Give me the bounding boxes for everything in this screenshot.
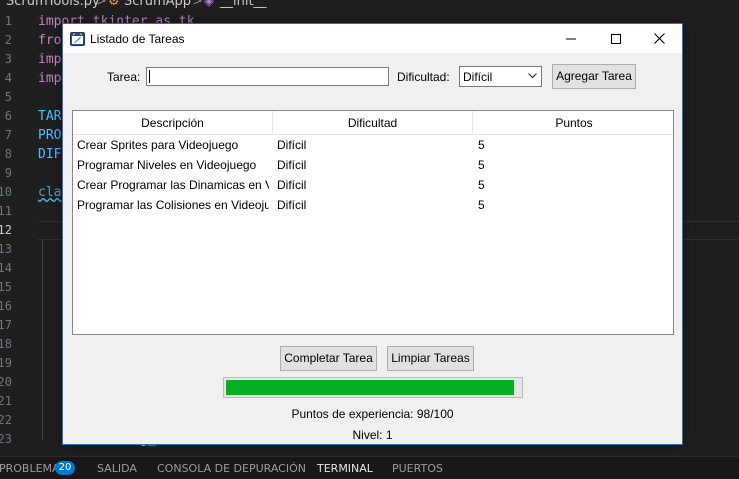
tab-debug-console[interactable]: CONSOLA DE DEPURACIÓN	[157, 462, 306, 475]
line-number: 16	[0, 299, 12, 313]
tab-output[interactable]: SALIDA	[97, 462, 137, 475]
line-number: 6	[4, 109, 12, 123]
task-label: Tarea:	[107, 70, 141, 84]
line-number: 13	[0, 242, 12, 256]
method-icon: ◈	[204, 0, 214, 9]
line-number: 7	[4, 128, 12, 142]
cell-points: 5	[478, 158, 485, 172]
panel-tab-bar: PROBLEMAS 20 SALIDA CONSOLA DE DEPURACIÓ…	[0, 456, 739, 479]
line-number: 10	[0, 185, 12, 199]
cell-difficulty: Difícil	[277, 178, 307, 192]
line-number: 19	[0, 356, 12, 370]
minimize-icon	[565, 38, 576, 39]
code-line: cla	[38, 185, 62, 200]
tasks-window: Listado de Tareas Tarea: Dificultad: Dif…	[62, 23, 683, 445]
table-row[interactable]: Crear Programar las Dinamicas en Videoju…	[73, 175, 673, 195]
maximize-icon	[610, 33, 621, 44]
tab-ports[interactable]: PUERTOS	[392, 462, 443, 475]
table-row[interactable]: Programar las Colisiones en Videojuego D…	[73, 195, 673, 215]
cell-description: Crear Sprites para Videojuego	[77, 138, 239, 152]
line-number: 1	[4, 14, 12, 28]
text-caret	[149, 70, 150, 83]
line-number: 5	[4, 90, 12, 104]
table-row[interactable]: Crear Sprites para Videojuego Difícil 5	[73, 135, 673, 155]
code-line: imp	[38, 52, 62, 67]
code-line: imp	[38, 71, 62, 86]
difficulty-select[interactable]: Difícil	[459, 66, 542, 87]
line-number: 2	[4, 33, 12, 47]
class-icon: ⚙	[108, 0, 120, 9]
breadcrumb: ScrumTools.py > ⚙ ScrumApp > ◈ __init__	[0, 0, 739, 10]
difficulty-selected-value: Difícil	[463, 70, 493, 84]
line-number: 9	[4, 166, 12, 180]
clear-tasks-button[interactable]: Limpiar Tareas	[387, 346, 474, 371]
task-input[interactable]	[146, 67, 389, 86]
line-number: 22	[0, 413, 12, 427]
minimize-button[interactable]	[548, 24, 593, 53]
window-title: Listado de Tareas	[90, 32, 185, 46]
experience-progress-bar	[223, 377, 523, 398]
code-line: TAR	[38, 109, 62, 124]
line-number: 20	[0, 375, 12, 389]
line-number: 18	[0, 337, 12, 351]
chevron-down-icon	[528, 73, 537, 79]
level-text: Nivel: 1	[352, 428, 393, 442]
breadcrumb-class[interactable]: ScrumApp	[124, 0, 191, 9]
difficulty-label: Dificultad:	[397, 70, 450, 84]
cell-description: Programar las Colisiones en Videojuego	[77, 198, 269, 212]
close-icon	[654, 33, 665, 44]
code-line: PRO	[38, 128, 62, 143]
line-number: 14	[0, 261, 12, 275]
close-button[interactable]	[637, 24, 682, 53]
cell-difficulty: Difícil	[277, 158, 307, 172]
chevron-right-icon: >	[96, 0, 107, 9]
column-header-difficulty[interactable]: Dificultad	[273, 111, 473, 135]
maximize-button[interactable]	[593, 24, 638, 53]
line-number: 11	[0, 204, 12, 218]
cell-points: 5	[478, 198, 485, 212]
tab-terminal[interactable]: TERMINAL	[317, 462, 373, 475]
column-header-points[interactable]: Puntos	[473, 111, 673, 135]
complete-task-button[interactable]: Completar Tarea	[280, 346, 377, 371]
cell-difficulty: Difícil	[277, 198, 307, 212]
column-header-description[interactable]: Descripción	[73, 111, 273, 135]
cell-difficulty: Difícil	[277, 138, 307, 152]
chevron-right-icon: >	[192, 0, 203, 9]
line-number: 23	[0, 432, 12, 446]
table-row[interactable]: Programar Niveles en Videojuego Difícil …	[73, 155, 673, 175]
progress-fill	[226, 380, 514, 395]
line-number: 8	[4, 147, 12, 161]
problems-count-badge: 20	[55, 461, 75, 475]
tasks-table[interactable]: Descripción Dificultad Puntos Crear Spri…	[72, 110, 674, 335]
indent-guide	[42, 240, 43, 440]
add-task-button[interactable]: Agregar Tarea	[552, 64, 636, 89]
breadcrumb-method[interactable]: __init__	[220, 0, 267, 9]
window-titlebar[interactable]: Listado de Tareas	[63, 24, 682, 53]
cell-points: 5	[478, 178, 485, 192]
line-number: 15	[0, 280, 12, 294]
experience-points-text: Puntos de experiencia: 98/100	[291, 407, 454, 421]
code-line: DIF	[38, 147, 62, 162]
cell-description: Crear Programar las Dinamicas en Videoju…	[77, 178, 269, 192]
feather-icon	[70, 32, 85, 46]
breadcrumb-file[interactable]: ScrumTools.py	[6, 0, 100, 9]
line-number: 17	[0, 318, 12, 332]
cell-points: 5	[478, 138, 485, 152]
line-number: 3	[4, 52, 12, 66]
line-number: 4	[4, 71, 12, 85]
code-line: fro	[38, 33, 62, 48]
line-number-active: 12	[0, 223, 12, 237]
line-number: 21	[0, 394, 12, 408]
cell-description: Programar Niveles en Videojuego	[77, 158, 257, 172]
